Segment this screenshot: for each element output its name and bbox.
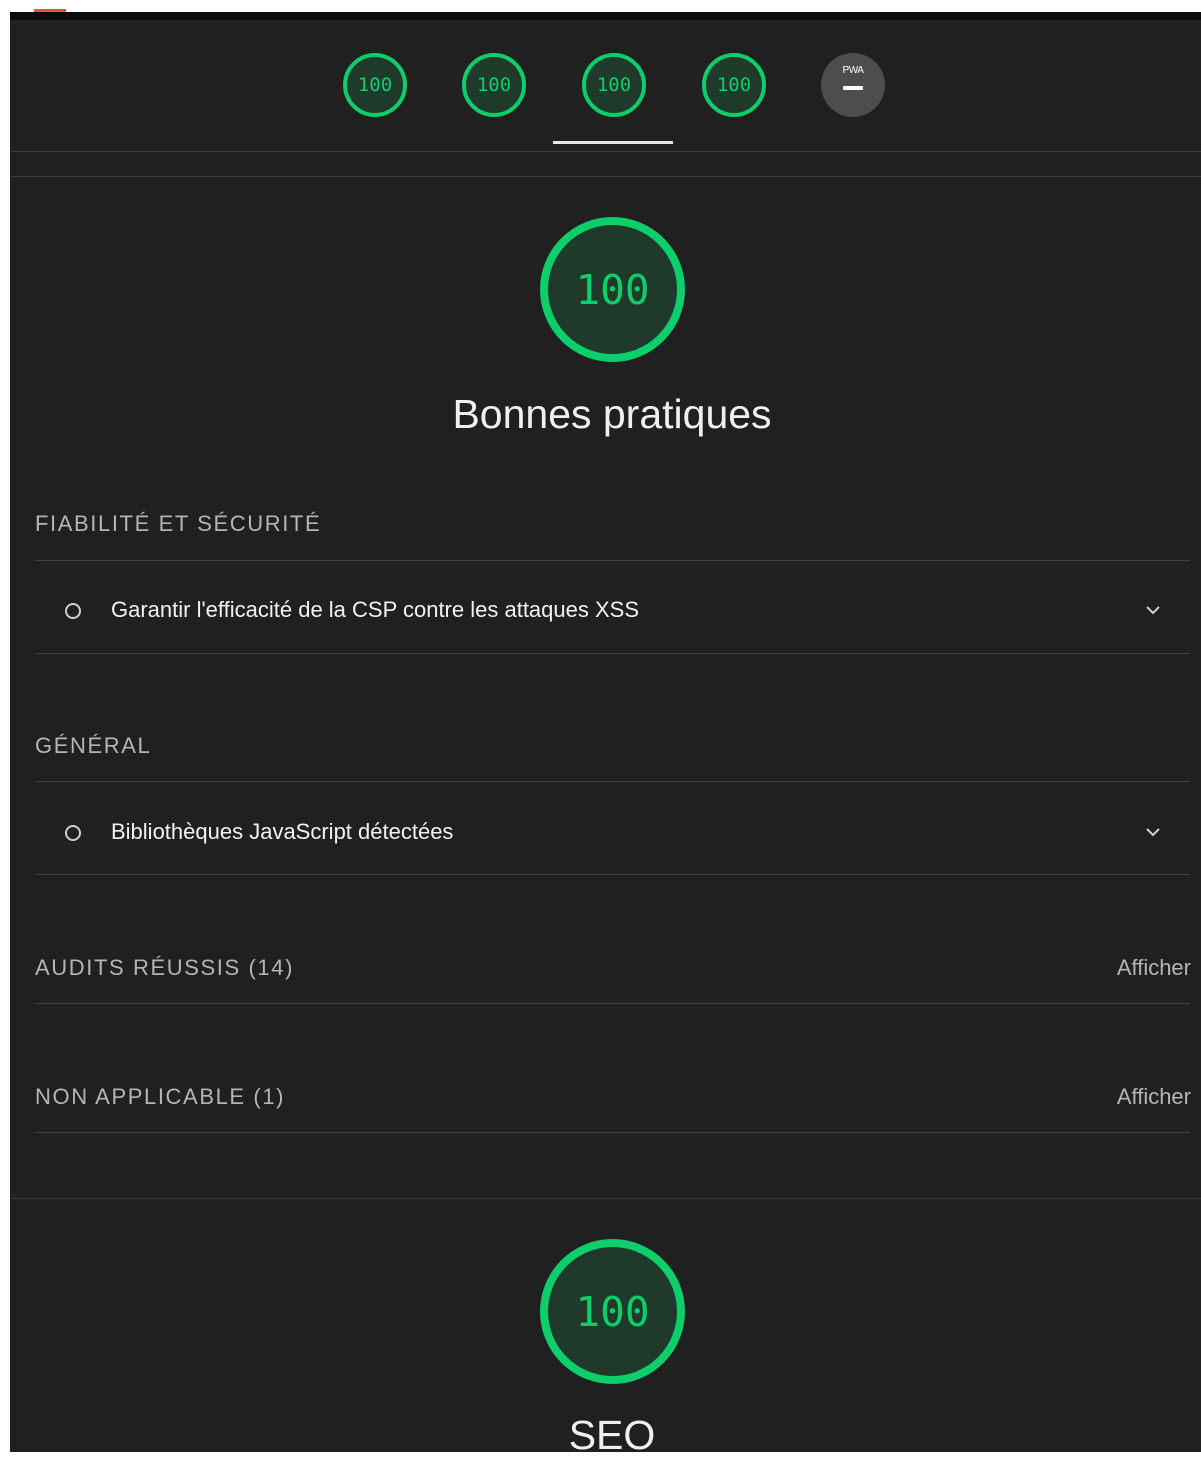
show-passed-audits-link[interactable]: Afficher [1117, 955, 1191, 981]
sticky-score-header: 100 100 100 100 PWA [10, 20, 1201, 152]
not-applicable-title: NON APPLICABLE (1) [35, 1084, 286, 1109]
group-divider [35, 560, 1190, 561]
gauge-score: 100 [575, 265, 650, 314]
show-not-applicable-link[interactable]: Afficher [1117, 1084, 1191, 1110]
informative-circle-icon [65, 825, 81, 841]
group-title-trust-safety: FIABILITÉ ET SÉCURITÉ [35, 511, 322, 536]
active-tab-indicator [553, 141, 673, 144]
gauge-tab-best-practices[interactable]: 100 [582, 53, 646, 117]
audit-divider [35, 653, 1190, 654]
lighthouse-report: 100 100 100 100 PWA 100 Bonnes pratiques… [10, 12, 1201, 1458]
passed-audits-title: AUDITS RÉUSSIS (14) [35, 955, 295, 980]
gauge-score: 100 [476, 74, 512, 96]
gauge-tab-pwa[interactable]: PWA [821, 53, 885, 117]
group-divider [35, 1003, 1190, 1004]
gauge-tab-seo[interactable]: 100 [702, 53, 766, 117]
group-title-general: GÉNÉRAL [35, 733, 152, 758]
gauge-score: 100 [716, 74, 752, 96]
audit-title: Garantir l'efficacité de la CSP contre l… [111, 597, 639, 622]
gauge-score: 100 [357, 74, 393, 96]
dash-icon [843, 86, 863, 90]
informative-circle-icon [65, 603, 81, 619]
audit-title: Bibliothèques JavaScript détectées [111, 819, 454, 844]
pwa-badge-label: PWA [842, 65, 864, 76]
audit-row-csp-xss[interactable]: Garantir l'efficacité de la CSP contre l… [35, 582, 1190, 642]
best-practices-score-gauge: 100 [540, 217, 685, 362]
category-title: Bonnes pratiques [452, 391, 772, 437]
section-divider [10, 176, 1201, 177]
category-divider [10, 1198, 1201, 1199]
seo-score-gauge: 100 [540, 1239, 685, 1384]
browser-top-strip [0, 0, 1201, 13]
gauge-tab-accessibility[interactable]: 100 [462, 53, 526, 117]
audit-row-js-libraries[interactable]: Bibliothèques JavaScript détectées [35, 804, 1190, 864]
group-divider [35, 1132, 1190, 1133]
gauge-tab-performance[interactable]: 100 [343, 53, 407, 117]
chevron-down-icon[interactable] [1143, 822, 1163, 842]
audit-divider [35, 874, 1190, 875]
gauge-score: 100 [596, 74, 632, 96]
gauge-score: 100 [575, 1287, 650, 1336]
group-divider [35, 781, 1190, 782]
chevron-down-icon[interactable] [1143, 600, 1163, 620]
